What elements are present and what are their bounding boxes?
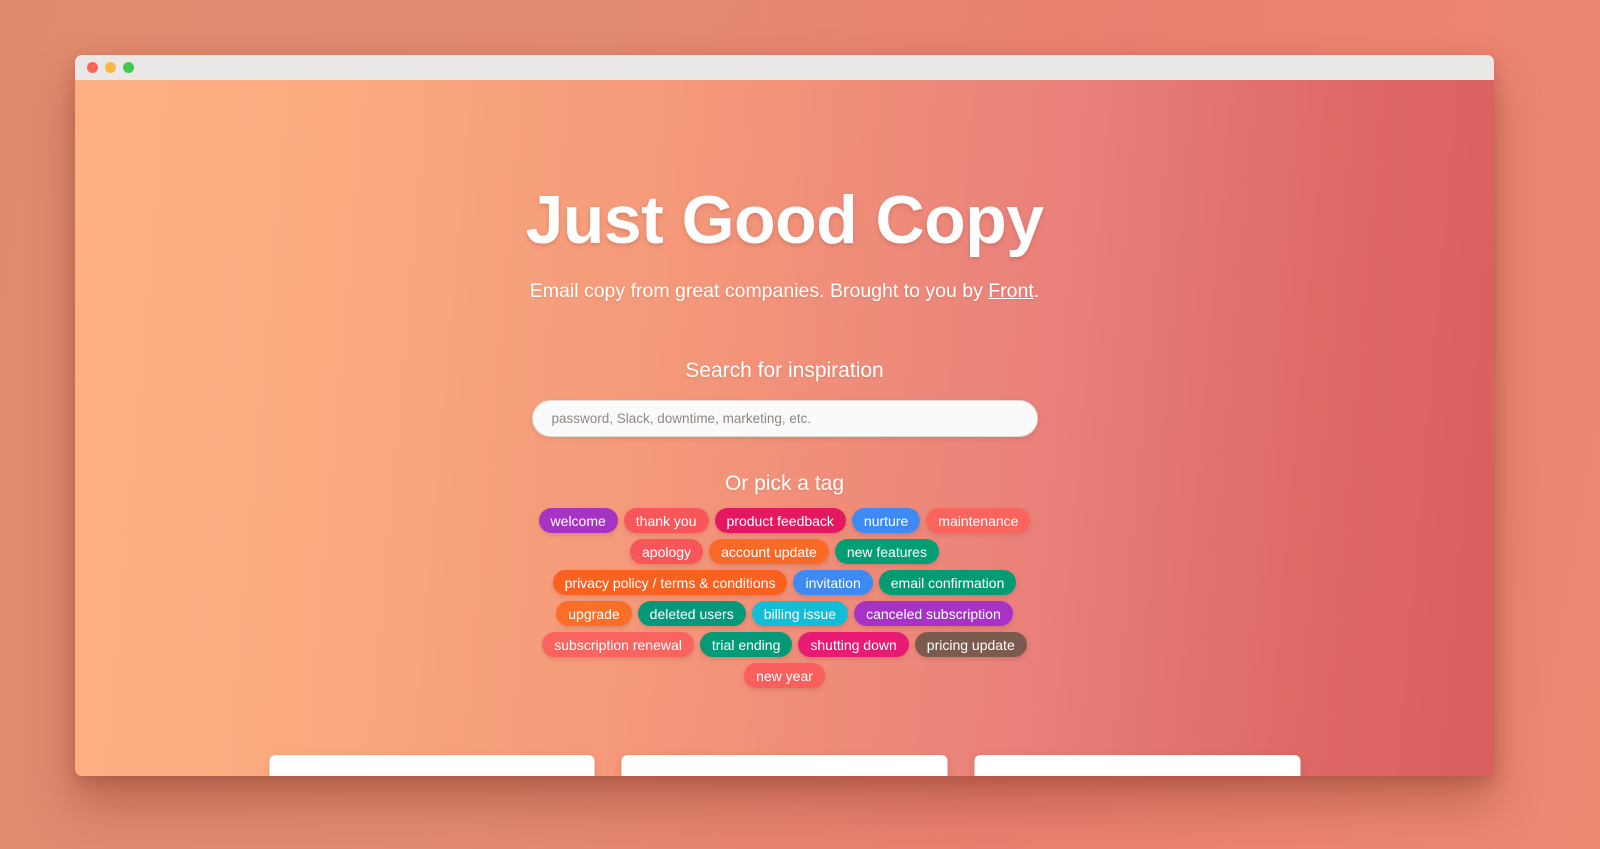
- tag-thank-you[interactable]: thank you: [623, 508, 709, 533]
- tag-new-features[interactable]: new features: [834, 539, 939, 564]
- browser-window: Just Good Copy Email copy from great com…: [75, 55, 1494, 776]
- tag-apology[interactable]: apology: [630, 539, 704, 564]
- search-row: [75, 400, 1494, 437]
- tag-new-year[interactable]: new year: [744, 663, 825, 688]
- tag-heading: Or pick a tag: [724, 472, 845, 495]
- company-card-slack[interactable]: slack: [269, 755, 595, 776]
- tag-canceled-subscription[interactable]: canceled subscription: [854, 601, 1013, 626]
- grabyo-logo: grabyo: [1054, 774, 1221, 776]
- close-window-button[interactable]: [87, 62, 98, 73]
- search-heading: Search for inspiration: [685, 359, 884, 382]
- tag-row: subscription renewal trial ending shutti…: [75, 632, 1494, 657]
- tag-shutting-down[interactable]: shutting down: [798, 632, 909, 657]
- page-title: Just Good Copy: [525, 182, 1044, 258]
- tag-list: welcome thank you product feedback nurtu…: [75, 508, 1494, 688]
- page-tagline: Email copy from great companies. Brought…: [75, 280, 1494, 303]
- tag-billing-issue[interactable]: billing issue: [751, 601, 849, 626]
- page-viewport: Just Good Copy Email copy from great com…: [75, 80, 1494, 776]
- tag-product-feedback[interactable]: product feedback: [714, 508, 846, 533]
- search-input[interactable]: [531, 400, 1038, 437]
- tag-upgrade[interactable]: upgrade: [556, 601, 632, 626]
- tag-account-update[interactable]: account update: [709, 539, 829, 564]
- tag-row: apology account update new features: [75, 539, 1494, 564]
- window-titlebar: [75, 55, 1494, 80]
- company-card-kissflow[interactable]: KiSSFLOW: [621, 755, 948, 776]
- tagline-text: Email copy from great companies. Brought…: [529, 280, 989, 302]
- tag-subscription-renewal[interactable]: subscription renewal: [542, 632, 694, 657]
- tagline-period: .: [1033, 280, 1040, 302]
- maximize-window-button[interactable]: [123, 62, 134, 73]
- tag-deleted-users[interactable]: deleted users: [637, 601, 746, 626]
- tag-welcome[interactable]: welcome: [538, 508, 618, 533]
- page-content: Just Good Copy Email copy from great com…: [75, 80, 1494, 694]
- tag-privacy-policy-terms-conditions[interactable]: privacy policy / terms & conditions: [552, 570, 788, 595]
- tag-row: welcome thank you product feedback nurtu…: [75, 508, 1494, 533]
- company-card-list: slack KiSSFLOW grabyo: [269, 755, 1301, 776]
- tag-row: new year: [75, 663, 1494, 688]
- tag-trial-ending[interactable]: trial ending: [699, 632, 793, 657]
- front-link[interactable]: Front: [988, 280, 1034, 302]
- tag-email-confirmation[interactable]: email confirmation: [878, 570, 1017, 595]
- company-card-grabyo[interactable]: grabyo: [974, 755, 1301, 776]
- tag-row: upgrade deleted users billing issue canc…: [75, 601, 1494, 626]
- tag-row: privacy policy / terms & conditions invi…: [75, 570, 1494, 595]
- tag-nurture[interactable]: nurture: [851, 508, 921, 533]
- tag-invitation[interactable]: invitation: [793, 570, 873, 595]
- minimize-window-button[interactable]: [105, 62, 116, 73]
- tag-pricing-update[interactable]: pricing update: [914, 632, 1027, 657]
- tag-maintenance[interactable]: maintenance: [926, 508, 1031, 533]
